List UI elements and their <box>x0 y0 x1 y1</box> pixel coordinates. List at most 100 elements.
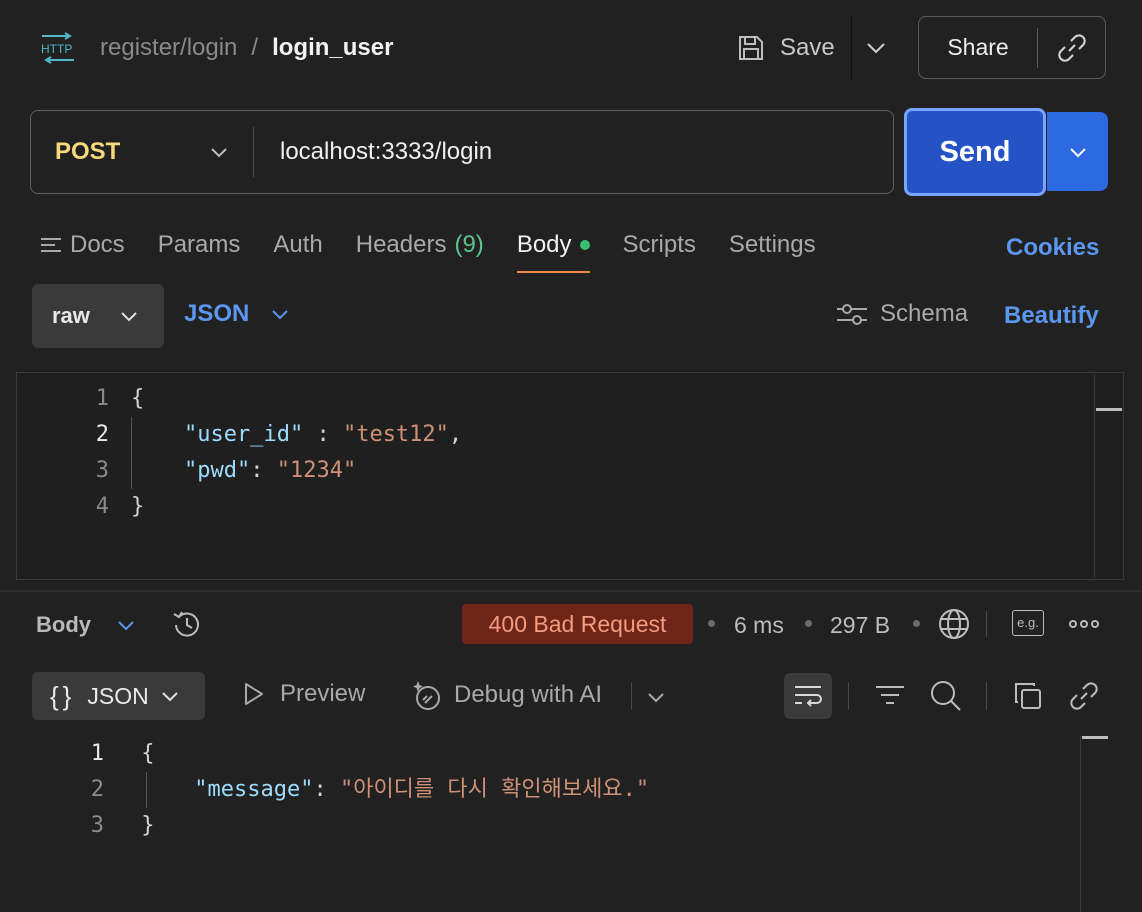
json-key: "user_id" <box>183 422 304 447</box>
divider <box>631 682 632 710</box>
divider <box>848 682 849 710</box>
method-dropdown[interactable]: POST <box>31 138 253 166</box>
request-name[interactable]: login_user <box>272 34 393 62</box>
copy-link-icon[interactable] <box>1038 32 1105 64</box>
http-icon: HTTP <box>40 32 76 64</box>
method-label: POST <box>55 138 121 165</box>
line-number: 1 <box>90 741 104 766</box>
breadcrumb-separator: / <box>251 34 259 61</box>
http-icon-text: HTTP <box>41 42 72 56</box>
cookies-link[interactable]: Cookies <box>1006 234 1099 262</box>
tab-params[interactable]: Params <box>158 231 241 259</box>
json-string: "1234" <box>276 458 357 483</box>
chevron-down-icon <box>209 142 229 162</box>
save-button[interactable]: Save <box>736 30 835 66</box>
code-line: "message": "아이디를 다시 확인해보세요." <box>128 772 649 808</box>
body-language-dropdown[interactable]: JSON <box>184 300 289 328</box>
response-section-dropdown[interactable]: Body <box>36 612 135 638</box>
more-options-icon[interactable] <box>1068 614 1100 634</box>
body-mode-dropdown[interactable]: raw <box>32 284 164 348</box>
tab-scripts[interactable]: Scripts <box>623 231 696 259</box>
ai-sparkle-icon <box>410 678 444 712</box>
preview-button[interactable]: Preview <box>240 680 365 708</box>
save-label: Save <box>780 34 835 61</box>
json-comma: , <box>448 422 463 447</box>
brace: } <box>141 813 155 838</box>
request-tabs: Docs Params Auth Headers (9) Body Script… <box>40 228 849 273</box>
panel-divider[interactable] <box>0 590 1142 592</box>
headers-count: (9) <box>454 231 484 258</box>
save-icon <box>736 33 766 63</box>
filter-icon[interactable] <box>874 681 906 711</box>
code-line: } <box>128 808 649 844</box>
url-input[interactable] <box>254 138 893 166</box>
tab-scripts-label: Scripts <box>622 231 696 258</box>
json-key: "message" <box>194 777 314 802</box>
wrap-lines-button[interactable] <box>784 673 832 719</box>
docs-icon <box>40 234 62 256</box>
beautify-button[interactable]: Beautify <box>1004 302 1099 330</box>
brace: { <box>131 386 145 411</box>
globe-icon[interactable] <box>937 607 971 641</box>
tab-headers-label: Headers <box>355 231 447 258</box>
sliders-icon <box>836 301 868 327</box>
code-content: { "user_id" : "test12", "pwd": "1234"} <box>131 381 462 525</box>
history-icon[interactable] <box>170 608 204 642</box>
brace: { <box>141 741 155 766</box>
line-number: 2 <box>90 777 104 802</box>
response-time: 6 ms <box>734 612 784 638</box>
breadcrumb-parent[interactable]: register/login <box>100 34 237 62</box>
body-mode-label: raw <box>52 303 90 328</box>
breadcrumb: register/login / login_user <box>100 33 393 63</box>
search-icon[interactable] <box>928 678 962 712</box>
tab-auth[interactable]: Auth <box>273 231 322 259</box>
scrollbar-thumb[interactable] <box>1096 408 1122 411</box>
debug-options-chevron-icon[interactable] <box>645 686 667 708</box>
line-number: 1 <box>95 386 109 411</box>
schema-button[interactable]: Schema <box>836 300 968 328</box>
send-button[interactable]: Send <box>904 108 1046 196</box>
separator-dot <box>805 620 812 627</box>
debug-with-ai-button[interactable]: Debug with AI <box>410 678 602 712</box>
tab-docs[interactable]: Docs <box>40 231 125 259</box>
divider <box>986 611 987 637</box>
json-string: "아이디를 다시 확인해보세요." <box>339 777 650 802</box>
line-number: 2 <box>95 422 109 447</box>
schema-label: Schema <box>880 300 969 327</box>
tab-body-label: Body <box>516 231 572 258</box>
code-line: { <box>131 381 462 417</box>
response-format-dropdown[interactable]: {} JSON <box>32 672 205 720</box>
tab-settings-label: Settings <box>728 231 816 258</box>
response-format-label: JSON <box>87 682 149 709</box>
request-body-editor[interactable]: 1 2 3 4 { "user_id" : "test12", "pwd": "… <box>16 372 1124 580</box>
json-string: "test12" <box>342 422 449 447</box>
response-section-label: Body <box>36 612 91 637</box>
send-options-chevron-icon[interactable] <box>1047 112 1108 191</box>
status-badge: 400 Bad Request <box>462 604 693 644</box>
response-size: 297 B <box>830 612 891 638</box>
code-line: { <box>128 736 649 772</box>
share-button[interactable]: Share <box>919 34 1037 61</box>
line-number: 3 <box>90 813 104 838</box>
save-options-chevron-icon[interactable] <box>864 36 888 60</box>
tab-body[interactable]: Body <box>516 231 590 273</box>
tab-headers[interactable]: Headers (9) <box>356 231 484 259</box>
tab-settings[interactable]: Settings <box>729 231 816 259</box>
chevron-down-icon <box>120 307 138 325</box>
line-numbers: 1 2 3 <box>60 736 104 844</box>
brace: } <box>131 494 145 519</box>
code-line: "pwd": "1234" <box>131 453 462 489</box>
separator-dot <box>913 620 920 627</box>
url-bar: POST <box>30 110 894 194</box>
line-number: 3 <box>95 458 109 483</box>
copy-icon[interactable] <box>1012 680 1044 712</box>
body-indicator-dot <box>579 240 590 250</box>
code-line: "user_id" : "test12", <box>131 417 462 453</box>
response-body-viewer[interactable]: 1 2 3 { "message": "아이디를 다시 확인해보세요." } <box>0 736 1142 912</box>
link-icon[interactable] <box>1068 680 1100 712</box>
example-icon[interactable]: e.g. <box>1012 610 1044 636</box>
scrollbar-thumb[interactable] <box>1082 736 1108 739</box>
json-colon: : <box>303 422 343 447</box>
body-language-label: JSON <box>184 300 250 327</box>
wrap-lines-icon <box>793 683 823 709</box>
